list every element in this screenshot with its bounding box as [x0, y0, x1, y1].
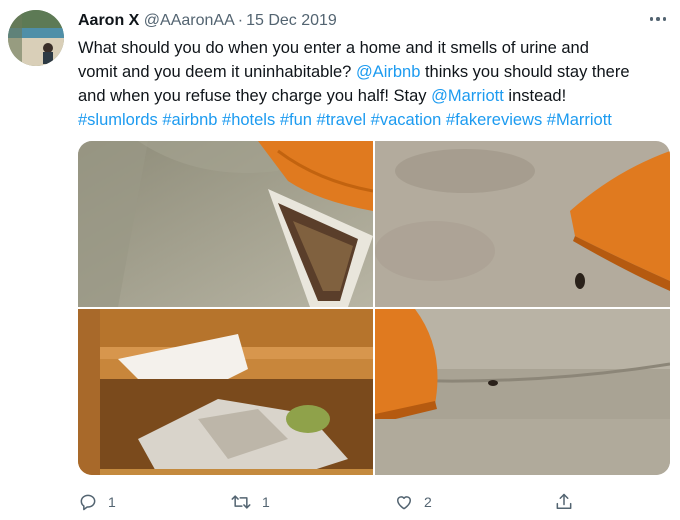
reply-icon: [80, 494, 96, 511]
mention-airbnb[interactable]: @Airbnb: [356, 63, 420, 81]
text-segment: and when you refuse they charge you half…: [78, 87, 432, 105]
text-segment: thinks you should stay there: [420, 63, 630, 81]
retweet-icon: [231, 495, 251, 509]
tweet-header: Aaron X @AAaronAA · 15 Dec 2019: [78, 11, 337, 31]
tweet-text-line-1: What should you do when you enter a home…: [78, 39, 589, 57]
hashtag[interactable]: #travel: [317, 111, 367, 129]
retweet-button[interactable]: 1: [230, 490, 270, 514]
tweet-text-line-2: vomit and you deem it uninhabitable? @Ai…: [78, 60, 670, 84]
like-count: 2: [424, 494, 432, 510]
hashtag[interactable]: #fun: [280, 111, 312, 129]
hashtag[interactable]: #hotels: [222, 111, 275, 129]
share-icon: [556, 493, 572, 509]
separator-dot: ·: [237, 12, 244, 29]
hashtag[interactable]: #Marriott: [547, 111, 612, 129]
reply-button[interactable]: 1: [78, 490, 116, 514]
hashtag[interactable]: #fakereviews: [446, 111, 542, 129]
text-segment: instead!: [503, 87, 567, 105]
avatar-image: [8, 10, 64, 66]
hashtag[interactable]: #slumlords: [78, 111, 158, 129]
avatar[interactable]: [8, 10, 64, 66]
author-name[interactable]: Aaron X: [78, 12, 139, 29]
share-button[interactable]: [554, 490, 574, 514]
tweet-date[interactable]: 15 Dec 2019: [246, 12, 337, 29]
photo-cushion-stain[interactable]: [375, 309, 670, 475]
photo-cupboard[interactable]: [78, 309, 373, 475]
more-icon[interactable]: [648, 12, 668, 26]
author-handle[interactable]: @AAaronAA: [144, 12, 235, 29]
reply-count: 1: [108, 494, 116, 510]
hashtag[interactable]: #vacation: [371, 111, 442, 129]
photo-stained-carpet[interactable]: [375, 141, 670, 307]
hashtag-line: #slumlords #airbnb #hotels #fun #travel …: [78, 108, 670, 132]
media-grid: [78, 141, 670, 475]
tweet[interactable]: Aaron X @AAaronAA · 15 Dec 2019 What shoul…: [0, 0, 680, 520]
mention-marriott[interactable]: @Marriott: [431, 87, 504, 105]
photo-couch-magazine[interactable]: [78, 141, 373, 307]
tweet-text: What should you do when you enter a home…: [78, 36, 670, 132]
text-segment: vomit and you deem it uninhabitable?: [78, 63, 356, 81]
like-icon: [397, 496, 411, 510]
tweet-actions: 1 1 2: [78, 490, 670, 514]
tweet-text-line-3: and when you refuse they charge you half…: [78, 84, 670, 108]
like-button[interactable]: 2: [394, 490, 432, 514]
hashtag[interactable]: #airbnb: [162, 111, 217, 129]
retweet-count: 1: [262, 494, 270, 510]
